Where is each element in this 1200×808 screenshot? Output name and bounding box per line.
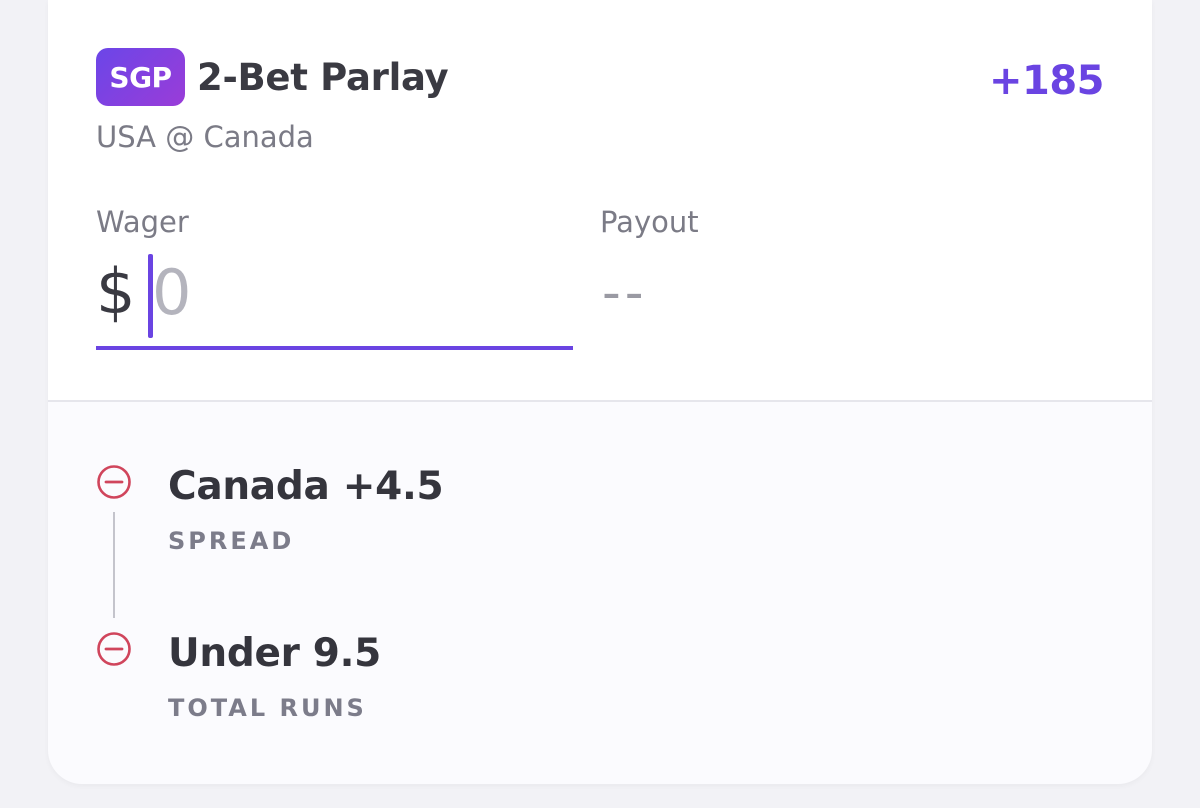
- leg-selection: Under 9.5: [168, 631, 381, 676]
- wager-input[interactable]: [152, 250, 552, 334]
- remove-circle-icon[interactable]: [96, 464, 132, 500]
- matchup-label: USA @ Canada: [96, 120, 314, 154]
- leg-market: TOTAL RUNS: [168, 694, 367, 722]
- leg-selection: Canada +4.5: [168, 464, 444, 509]
- wager-field[interactable]: $: [96, 250, 573, 350]
- remove-circle-icon[interactable]: [96, 631, 132, 667]
- bet-header: SGP 2-Bet Parlay: [96, 48, 449, 106]
- leg-connector-line: [113, 512, 115, 618]
- leg-item: Under 9.5 TOTAL RUNS: [168, 631, 381, 723]
- leg-market: SPREAD: [168, 527, 295, 555]
- currency-symbol: $: [96, 255, 136, 328]
- leg-item: Canada +4.5 SPREAD: [168, 464, 444, 556]
- parlay-legs: Canada +4.5 SPREAD Under 9.5 TOTAL RUNS: [48, 402, 1152, 784]
- parlay-card: SGP 2-Bet Parlay +185 USA @ Canada Wager…: [48, 0, 1152, 784]
- sgp-badge: SGP: [96, 48, 185, 106]
- payout-label: Payout: [600, 205, 699, 239]
- wager-label: Wager: [96, 205, 189, 239]
- parlay-odds: +185: [988, 58, 1105, 104]
- bet-title: 2-Bet Parlay: [197, 55, 449, 99]
- payout-value: --: [602, 263, 648, 323]
- card-top-surface: [48, 0, 1152, 34]
